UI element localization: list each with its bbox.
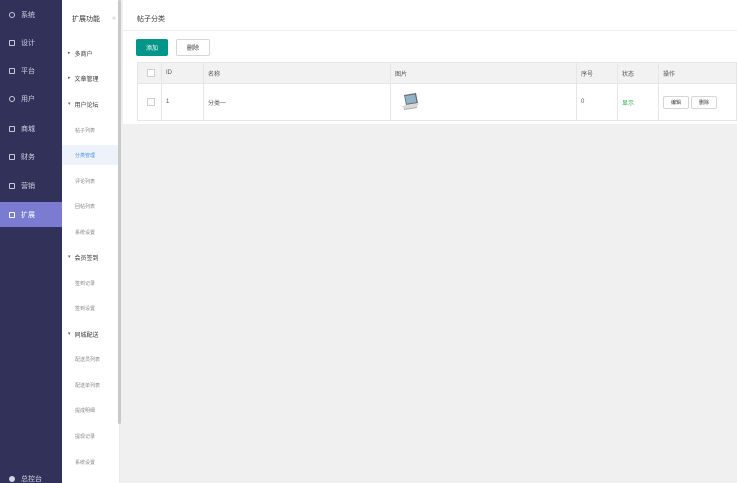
column-header-name: 名称	[204, 63, 391, 83]
breadcrumb: 帖子分类	[137, 16, 165, 23]
nav-item-label: 用户	[21, 95, 35, 103]
menu-group-label: 同城配送	[74, 332, 99, 339]
shop-icon	[9, 125, 15, 132]
nav-item-shop[interactable]: 商城	[0, 116, 62, 141]
menu-item-courier-list[interactable]: 配送员列表	[62, 349, 120, 369]
gear-icon	[9, 11, 15, 18]
nav-item-finance[interactable]: 财务	[0, 144, 62, 169]
table-row: 1 分类一 0 显示 编辑 删除	[138, 84, 736, 120]
nav-item-extend[interactable]: 扩展	[0, 202, 62, 227]
menu-group-merchant[interactable]: ▸ 多商户	[62, 43, 120, 63]
design-icon	[9, 39, 15, 46]
finance-icon	[9, 153, 15, 160]
nav-item-label: 平台	[21, 67, 35, 75]
divider	[123, 30, 737, 31]
nav-item-label: 财务	[21, 153, 35, 161]
edit-button[interactable]: 编辑	[663, 95, 690, 109]
row-checkbox[interactable]	[147, 98, 155, 106]
platform-icon	[9, 67, 15, 74]
laptop-thumbnail	[402, 93, 419, 110]
cell-name: 分类一	[204, 84, 391, 120]
cell-id: 1	[162, 84, 204, 120]
add-button[interactable]: 添加	[136, 39, 168, 56]
nav-item-system[interactable]: 系统	[0, 2, 62, 27]
menu-group-signin[interactable]: ▾ 会员签到	[62, 247, 120, 267]
nav-item-platform[interactable]: 平台	[0, 58, 62, 83]
menu-item-delivery-settings[interactable]: 系统设置	[62, 452, 120, 472]
row-delete-button[interactable]: 删除	[691, 95, 718, 109]
menu-item-withdraw-records[interactable]: 提现记录	[62, 426, 120, 446]
cell-image	[391, 84, 577, 120]
menu-item-forum-settings[interactable]: 系统设置	[62, 222, 120, 242]
content-panel: 帖子分类 添加 删除 ID 名称 图片 序号 状态 操作 1 分类一 0 显示 …	[123, 0, 737, 124]
nav-item-user[interactable]: 用户	[0, 86, 62, 111]
console-icon	[9, 476, 15, 482]
menu-item-signin-settings[interactable]: 签到设置	[62, 298, 120, 318]
menu-item-delivery-orders[interactable]: 配送单列表	[62, 375, 120, 395]
menu-group-label: 会员签到	[74, 255, 99, 262]
nav-bottom-console[interactable]: 总控台	[9, 474, 42, 483]
table-header: ID 名称 图片 序号 状态 操作	[138, 63, 736, 84]
menu-item-comment-list[interactable]: 评论列表	[62, 171, 120, 191]
column-header-image: 图片	[391, 63, 577, 83]
delete-button[interactable]: 删除	[176, 39, 210, 56]
menu-group-forum[interactable]: ▾ 用户论坛	[62, 94, 120, 114]
marketing-icon	[9, 182, 15, 189]
nav-item-design[interactable]: 设计	[0, 30, 62, 55]
cell-sort: 0	[577, 84, 618, 120]
chevron-down-icon: ▾	[68, 254, 71, 260]
nav-item-label: 商城	[21, 125, 35, 133]
menu-item-category-manage[interactable]: 分类管理	[62, 145, 120, 165]
column-header-status: 状态	[618, 63, 659, 83]
extend-icon	[9, 211, 15, 218]
header-checkbox-cell	[138, 63, 162, 83]
status-badge: 显示	[618, 84, 659, 120]
nav-bottom-label: 总控台	[21, 476, 42, 483]
nav-item-label: 设计	[21, 39, 35, 47]
sub-menu: 扩展功能 « ▸ 多商户 ▸ 文章管理 ▾ 用户论坛 帖子列表 分类管理 评论列…	[62, 0, 120, 483]
menu-group-delivery[interactable]: ▾ 同城配送	[62, 324, 120, 344]
category-table: ID 名称 图片 序号 状态 操作 1 分类一 0 显示 编辑 删除	[137, 62, 737, 121]
cell-actions: 编辑 删除	[659, 84, 737, 120]
column-header-id: ID	[162, 63, 204, 83]
column-header-sort: 序号	[577, 63, 618, 83]
menu-item-signin-records[interactable]: 签到记录	[62, 273, 120, 293]
menu-item-post-list[interactable]: 帖子列表	[62, 120, 120, 140]
nav-item-label: 系统	[21, 11, 35, 19]
nav-item-marketing[interactable]: 营销	[0, 173, 62, 198]
collapse-icon[interactable]: «	[110, 14, 118, 24]
chevron-right-icon: ▸	[68, 50, 71, 56]
chevron-down-icon: ▾	[68, 101, 71, 107]
row-checkbox-cell	[138, 84, 162, 120]
menu-item-reply-list[interactable]: 回帖列表	[62, 196, 120, 216]
menu-group-label: 多商户	[74, 51, 93, 58]
nav-item-label: 扩展	[21, 211, 35, 219]
menu-group-label: 用户论坛	[74, 102, 99, 109]
chevron-right-icon: ▸	[68, 75, 71, 81]
column-header-actions: 操作	[663, 71, 676, 78]
main-content: 帖子分类 添加 删除 ID 名称 图片 序号 状态 操作 1 分类一 0 显示 …	[121, 0, 737, 483]
menu-group-label: 文章管理	[74, 76, 99, 83]
user-icon	[9, 95, 15, 102]
menu-item-commission-detail[interactable]: 提成明细	[62, 400, 120, 420]
menu-group-article[interactable]: ▸ 文章管理	[62, 68, 120, 88]
chevron-down-icon: ▾	[68, 331, 71, 337]
nav-item-label: 营销	[21, 182, 35, 190]
main-sidebar: 系统 设计 平台 用户 商城 财务 营销 扩展 总控台	[0, 0, 62, 483]
select-all-checkbox[interactable]	[147, 69, 155, 77]
